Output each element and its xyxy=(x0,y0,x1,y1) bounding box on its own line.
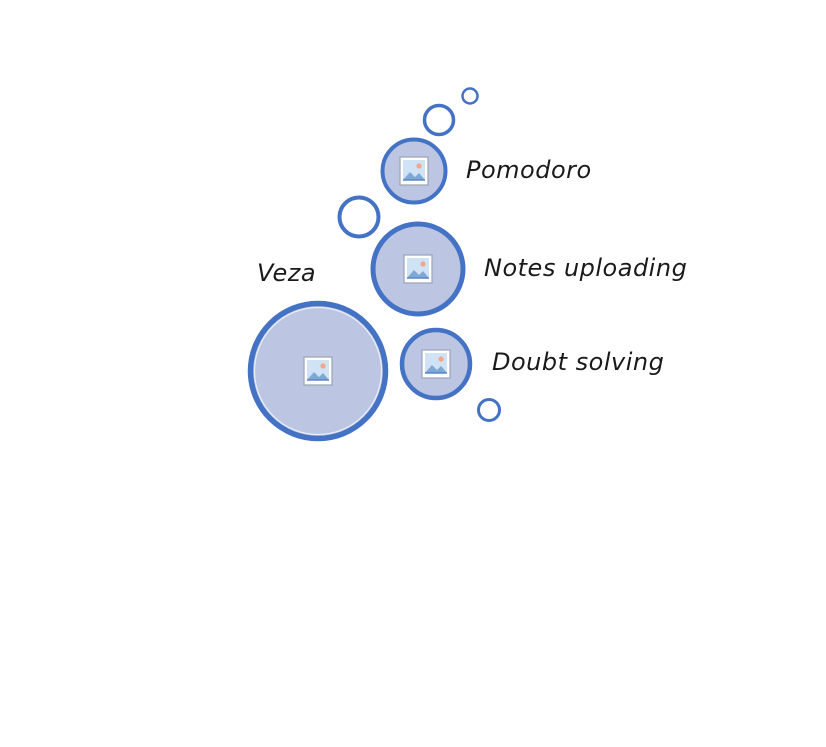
root-node-veza xyxy=(247,300,389,442)
image-placeholder-icon xyxy=(399,156,429,186)
root-label: Veza xyxy=(257,259,317,287)
decor-bubble-bottom xyxy=(477,398,501,422)
feature-node-notes-uploading xyxy=(370,221,466,317)
decor-bubble-top-medium xyxy=(422,103,456,137)
feature-label-notes-uploading: Notes uploading xyxy=(484,254,688,282)
feature-label-pomodoro: Pomodoro xyxy=(466,156,592,184)
image-placeholder-icon xyxy=(421,349,451,379)
decor-bubble-middle xyxy=(337,195,381,239)
feature-node-pomodoro xyxy=(380,137,448,205)
diagram-canvas xyxy=(247,87,501,442)
image-placeholder-icon xyxy=(303,356,333,386)
feature-label-doubt-solving: Doubt solving xyxy=(492,348,665,376)
feature-node-doubt-solving xyxy=(399,327,473,401)
image-placeholder-icon xyxy=(403,254,433,284)
decor-bubble-top-small xyxy=(461,87,479,105)
